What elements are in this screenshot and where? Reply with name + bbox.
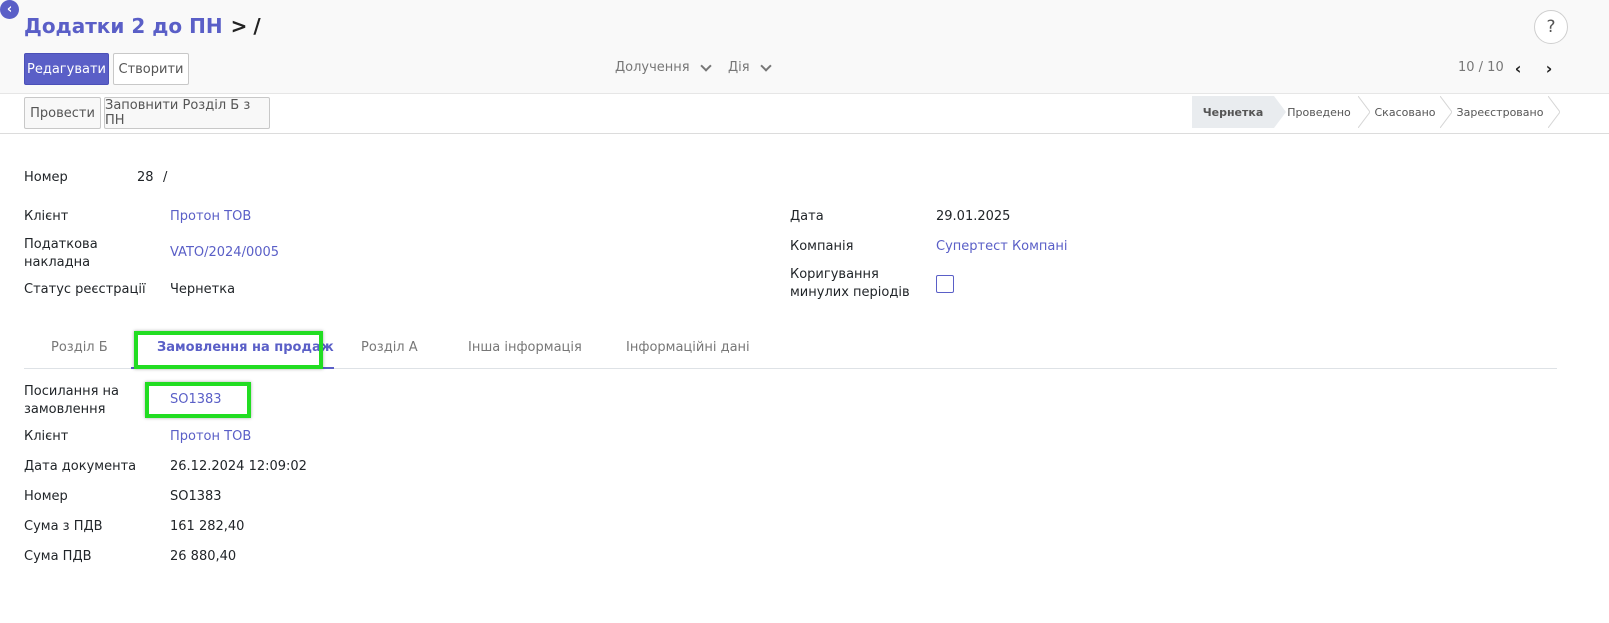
pager-next-icon[interactable]: › [1539, 58, 1559, 78]
doc-date-label: Дата документа [24, 459, 137, 474]
number-value: 28 [137, 170, 154, 185]
breadcrumb: Додатки 2 до ПН > / [24, 14, 261, 38]
vat-value: 26 880,40 [170, 549, 237, 564]
correction-label-line1: Коригування [790, 267, 879, 282]
date-label: Дата [790, 209, 824, 224]
attachments-label: Долучення [615, 60, 690, 75]
create-button[interactable]: Створити [113, 53, 189, 85]
order-ref-label-line1: Посилання на [24, 384, 120, 399]
stage-arrow-icon [1440, 96, 1452, 128]
attachments-dropdown[interactable]: Долучення [615, 59, 712, 75]
tax-invoice-label-line2: накладна [24, 255, 91, 270]
tab-section-a[interactable]: Розділ А [361, 340, 418, 355]
tab-section-b[interactable]: Розділ Б [51, 340, 108, 355]
number-suffix: / [163, 170, 168, 185]
tax-invoice-label-line1: Податкова [24, 237, 98, 252]
order-ref-label-line2: замовлення [24, 402, 106, 417]
tax-invoice-link[interactable]: VATO/2024/0005 [170, 244, 279, 262]
order-number-label: Номер [24, 489, 68, 504]
correction-checkbox[interactable] [936, 275, 954, 293]
stage-arrow-icon [1548, 96, 1560, 128]
action-dropdown[interactable]: Дія [728, 59, 772, 75]
highlight-box-order-ref [145, 382, 251, 418]
date-value: 29.01.2025 [936, 209, 1011, 224]
tab-info-data[interactable]: Інформаційні дані [626, 340, 750, 355]
correction-label-line2: минулих періодів [790, 285, 910, 300]
number-label: Номер [24, 170, 68, 185]
post-button[interactable]: Провести [24, 97, 101, 129]
action-label: Дія [728, 60, 750, 75]
vat-label: Сума ПДВ [24, 549, 92, 564]
highlight-box-tab [134, 331, 323, 369]
fill-section-b-button[interactable]: Заповнити Розділ Б з ПН [104, 97, 270, 129]
pager-previous-icon[interactable]: ‹ [1508, 58, 1528, 78]
pager-value[interactable]: 10 / 10 [1458, 60, 1504, 75]
order-client-link[interactable]: Протон ТОВ [170, 428, 251, 446]
reg-status-label: Статус реєстрації [24, 282, 146, 297]
client-label: Клієнт [24, 209, 69, 224]
order-number-value: SO1383 [170, 489, 222, 504]
help-button[interactable]: ? [1534, 10, 1568, 44]
chevron-down-icon [759, 59, 772, 72]
total-label: Сума з ПДВ [24, 519, 103, 534]
breadcrumb-separator: > [230, 14, 248, 38]
reg-status-value: Чернетка [170, 282, 236, 297]
back-arrow-icon[interactable]: ‹ [0, 0, 19, 19]
edit-button[interactable]: Редагувати [24, 53, 109, 85]
stage-registered[interactable]: Зареєстровано [1454, 96, 1546, 128]
stage-cancelled[interactable]: Скасовано [1370, 96, 1440, 128]
breadcrumb-parent-link[interactable]: Додатки 2 до ПН [24, 14, 223, 38]
breadcrumb-current: / [253, 14, 261, 38]
chevron-down-icon [699, 59, 712, 72]
tab-other-info[interactable]: Інша інформація [468, 340, 582, 355]
order-client-label: Клієнт [24, 429, 69, 444]
company-link[interactable]: Супертест Компані [936, 238, 1068, 256]
stage-draft[interactable]: Чернетка [1192, 96, 1274, 128]
total-value: 161 282,40 [170, 519, 245, 534]
stage-arrow-icon [1358, 96, 1370, 128]
client-link[interactable]: Протон ТОВ [170, 208, 251, 226]
stage-posted[interactable]: Проведено [1284, 96, 1354, 128]
doc-date-value: 26.12.2024 12:09:02 [170, 459, 307, 474]
company-label: Компанія [790, 239, 854, 254]
